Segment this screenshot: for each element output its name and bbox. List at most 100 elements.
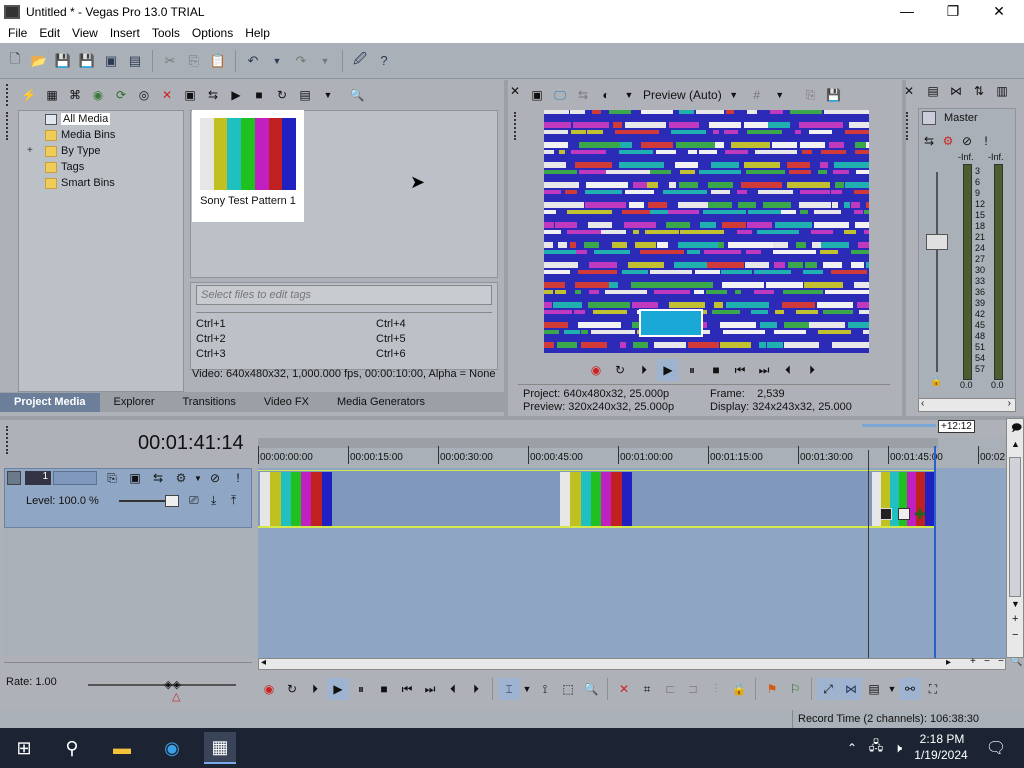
- insert-region-icon[interactable]: ⚐: [784, 678, 806, 700]
- expand-icon[interactable]: +: [27, 145, 33, 156]
- stop-icon[interactable]: ■: [373, 678, 395, 700]
- event-pan-crop-icon[interactable]: [880, 508, 892, 520]
- trim-end-icon[interactable]: ⊐: [682, 678, 704, 700]
- tab-transitions[interactable]: Transitions: [169, 393, 250, 412]
- new-icon[interactable]: 🗋: [4, 50, 26, 72]
- media-fx-icon[interactable]: ⇆: [202, 84, 224, 106]
- auto-ripple-dropdown-icon[interactable]: ▼: [886, 678, 898, 700]
- clock-date[interactable]: 1/19/2024: [906, 748, 976, 762]
- maximize-button[interactable]: ❐: [930, 0, 976, 23]
- cursor-line[interactable]: [868, 450, 869, 660]
- delete-icon[interactable]: ✕: [613, 678, 635, 700]
- lock-envelopes-icon[interactable]: ⚯: [899, 678, 921, 700]
- search-media-icon[interactable]: ◎: [133, 84, 155, 106]
- zoom-in-icon[interactable]: +: [970, 656, 976, 667]
- track-settings-dropdown-icon[interactable]: ▼: [193, 469, 203, 487]
- capture-video-icon[interactable]: ▦: [41, 84, 63, 106]
- pause-icon[interactable]: ⏸: [350, 678, 372, 700]
- menu-view[interactable]: View: [66, 26, 104, 40]
- close-mixer-icon[interactable]: ✕: [904, 84, 914, 98]
- properties-icon[interactable]: ▤: [124, 50, 146, 72]
- zoom-slider[interactable]: [862, 424, 936, 427]
- tab-video-fx[interactable]: Video FX: [250, 393, 323, 412]
- timeline-vscrollbar[interactable]: 🗩 ▲ ▼ + −: [1006, 418, 1024, 658]
- timeline-hscrollbar[interactable]: ◂ ▸: [258, 657, 1006, 670]
- views-dropdown-icon[interactable]: ▼: [317, 84, 339, 106]
- external-monitor-icon[interactable]: 🖵: [549, 84, 571, 106]
- stop-icon[interactable]: ■: [705, 359, 727, 381]
- previous-frame-icon[interactable]: ⏴: [442, 678, 464, 700]
- get-photos-icon[interactable]: ◉: [87, 84, 109, 106]
- enable-snapping-icon[interactable]: 🖉: [349, 50, 371, 72]
- collapse-track-icon[interactable]: ⤒: [231, 493, 236, 508]
- splitter[interactable]: [504, 80, 508, 416]
- event-generator-icon[interactable]: ✚: [914, 506, 926, 523]
- panel-grip[interactable]: [6, 84, 10, 106]
- video-properties-icon[interactable]: ▣: [526, 84, 548, 106]
- lock-icon[interactable]: 🔒: [728, 678, 750, 700]
- marker-icon[interactable]: 🗩: [1011, 421, 1022, 438]
- undo-icon[interactable]: ↶: [242, 50, 264, 72]
- paste-icon[interactable]: 📋: [207, 50, 229, 72]
- scroll-left-icon[interactable]: ‹: [921, 398, 924, 409]
- previous-frame-icon[interactable]: ⏴: [777, 359, 799, 381]
- master-fx-settings-icon[interactable]: ⚙: [939, 130, 957, 152]
- menu-insert[interactable]: Insert: [104, 26, 146, 40]
- redo-dropdown-icon[interactable]: ▼: [314, 50, 336, 72]
- record-icon[interactable]: ◉: [585, 359, 607, 381]
- trim-icon[interactable]: ⌗: [636, 678, 658, 700]
- scroll-right-icon[interactable]: ▸: [946, 657, 951, 668]
- master-solo-icon[interactable]: !: [977, 130, 995, 152]
- tree-item-by-type[interactable]: By Type: [45, 143, 101, 159]
- master-fader[interactable]: [926, 234, 948, 250]
- preview-quality-dropdown[interactable]: Preview (Auto): [643, 88, 722, 102]
- start-icon[interactable]: ⊞: [8, 732, 40, 764]
- track-compositing-icon[interactable]: ▣: [124, 469, 146, 487]
- file-explorer-icon[interactable]: ▬: [106, 732, 138, 764]
- media-properties-icon[interactable]: ▣: [179, 84, 201, 106]
- track-solo-icon[interactable]: !: [227, 469, 249, 487]
- close-panel-icon[interactable]: ✕: [510, 84, 520, 98]
- overlays-dropdown-icon[interactable]: ▼: [769, 84, 791, 106]
- lock-icon[interactable]: 🔒: [930, 376, 942, 387]
- auto-crossfades-icon[interactable]: ⋈: [840, 678, 862, 700]
- tree-item-media-bins[interactable]: Media Bins: [45, 127, 115, 143]
- expand-track-icon[interactable]: ⤓: [211, 493, 216, 508]
- tree-item-tags[interactable]: Tags: [45, 159, 84, 175]
- edit-tool-dropdown-icon[interactable]: ▼: [521, 678, 533, 700]
- media-thumbnail[interactable]: Sony Test Pattern 1: [192, 110, 304, 222]
- normal-edit-tool-icon[interactable]: ⌶: [498, 678, 520, 700]
- scroll-left-icon[interactable]: ◂: [261, 657, 266, 668]
- views-icon[interactable]: ▤: [294, 84, 316, 106]
- tab-project-media[interactable]: Project Media: [0, 393, 100, 412]
- copy-snapshot-icon[interactable]: ⎘: [800, 84, 822, 106]
- next-frame-icon[interactable]: ⏵: [465, 678, 487, 700]
- zoom-out-icon[interactable]: −: [984, 656, 990, 667]
- video-track-header[interactable]: 1 ⎘ ▣ ⇆ ⚙ ▼ ⊘ ! Level: 100.0 % ⎚ ⤓ ⤒: [4, 468, 252, 528]
- go-to-start-icon[interactable]: ⏮: [729, 359, 751, 381]
- scroll-right-icon[interactable]: ›: [1008, 398, 1011, 409]
- panel-grip[interactable]: [906, 112, 910, 140]
- remove-media-icon[interactable]: ✕: [156, 84, 178, 106]
- event-fx-icon[interactable]: [898, 508, 910, 520]
- zoom-out-vertical-icon[interactable]: −: [1012, 629, 1018, 641]
- vegas-taskbar-icon[interactable]: ▦: [204, 732, 236, 764]
- menu-file[interactable]: File: [2, 26, 33, 40]
- ignore-grouping-icon[interactable]: ⛶: [922, 678, 944, 700]
- render-icon[interactable]: ▣: [100, 50, 122, 72]
- auto-preview-icon[interactable]: ↻: [271, 84, 293, 106]
- stop-preview-icon[interactable]: ■: [248, 84, 270, 106]
- track-motion-icon[interactable]: ⎘: [101, 469, 123, 487]
- import-media-icon[interactable]: ⚡: [18, 84, 40, 106]
- record-icon[interactable]: ◉: [258, 678, 280, 700]
- scroll-up-icon[interactable]: ▲: [1011, 439, 1020, 449]
- auto-ripple-icon[interactable]: ▤: [863, 678, 885, 700]
- next-frame-icon[interactable]: ⏵: [801, 359, 823, 381]
- mixer-scrollbar[interactable]: ‹ ›: [918, 398, 1016, 412]
- undo-dropdown-icon[interactable]: ▼: [266, 50, 288, 72]
- edge-icon[interactable]: ◉: [156, 732, 188, 764]
- panel-grip[interactable]: [514, 112, 518, 140]
- split-icon[interactable]: ⫶: [705, 678, 727, 700]
- cut-icon[interactable]: ✂: [159, 50, 181, 72]
- go-to-end-icon[interactable]: ⏭: [419, 678, 441, 700]
